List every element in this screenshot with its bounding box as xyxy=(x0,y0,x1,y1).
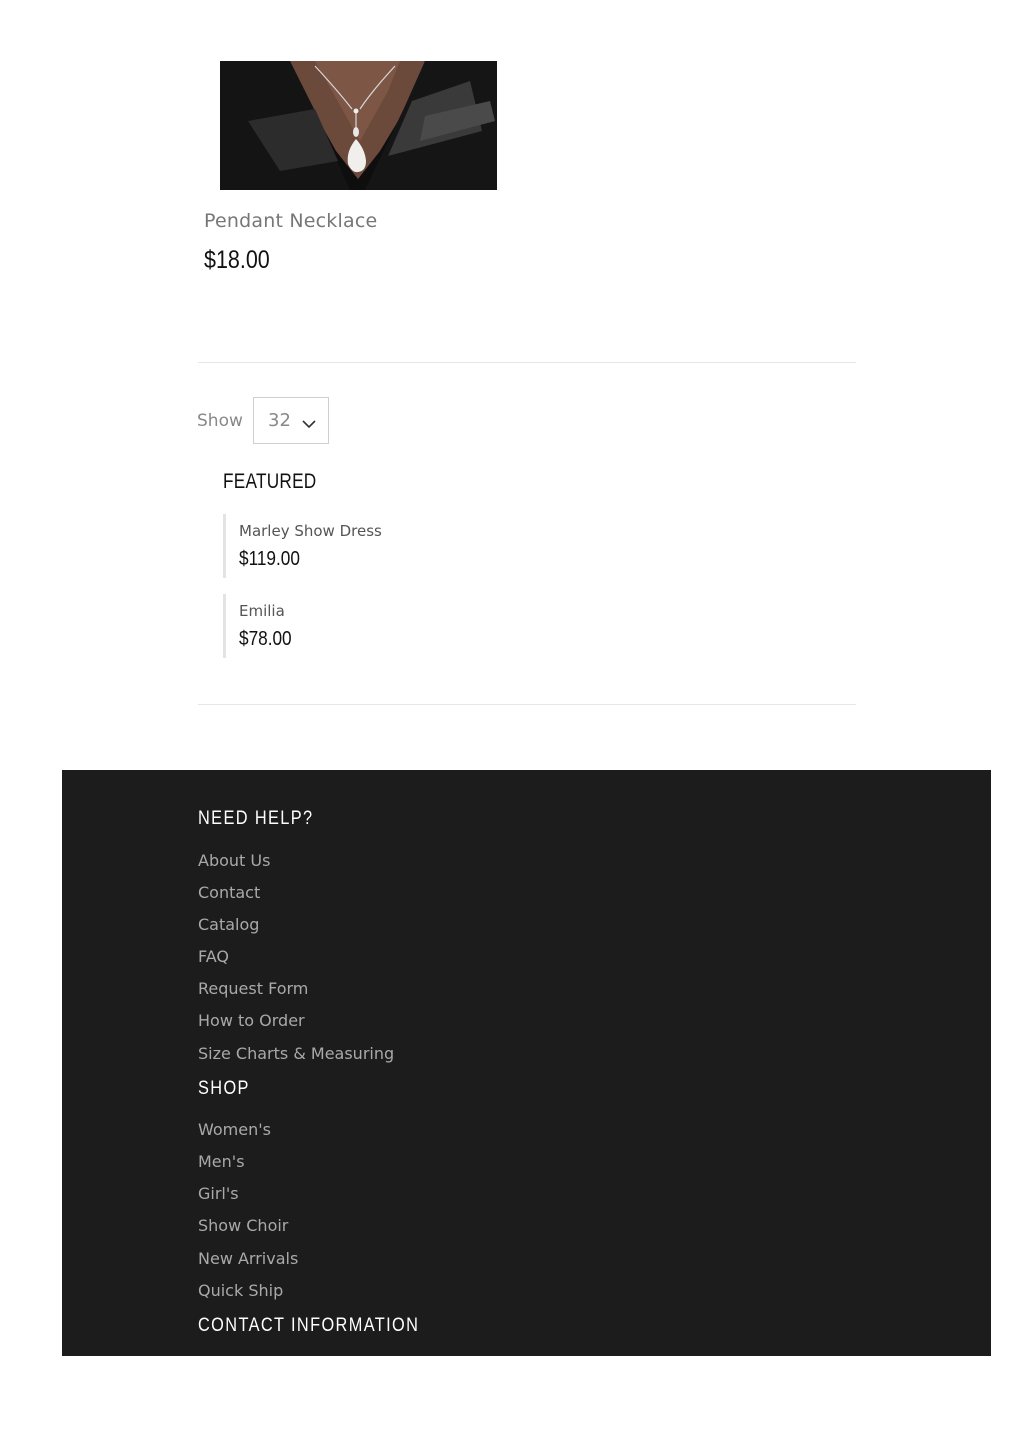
footer-link-size-charts[interactable]: Size Charts & Measuring xyxy=(198,1044,394,1063)
footer-link-about-us[interactable]: About Us xyxy=(198,851,270,870)
featured-item-name[interactable]: Marley Show Dress xyxy=(239,522,382,540)
footer-link-show-choir[interactable]: Show Choir xyxy=(198,1216,288,1235)
footer: NEED HELP? About Us Contact Catalog FAQ … xyxy=(62,770,991,1356)
product-name[interactable]: Pendant Necklace xyxy=(204,210,377,232)
chevron-down-icon xyxy=(302,414,316,433)
show-label: Show xyxy=(197,411,243,431)
footer-link-contact[interactable]: Contact xyxy=(198,883,260,902)
footer-link-how-to-order[interactable]: How to Order xyxy=(198,1011,305,1030)
footer-link-womens[interactable]: Women's xyxy=(198,1120,271,1139)
product-image[interactable] xyxy=(220,61,497,190)
divider xyxy=(198,704,856,705)
footer-heading-shop: SHOP xyxy=(198,1078,250,1099)
per-page-select[interactable]: 32 xyxy=(253,397,329,444)
product-price: $18.00 xyxy=(204,246,270,274)
footer-link-girls[interactable]: Girl's xyxy=(198,1184,239,1203)
footer-heading-need-help: NEED HELP? xyxy=(198,808,314,829)
footer-link-catalog[interactable]: Catalog xyxy=(198,915,259,934)
featured-item-name[interactable]: Emilia xyxy=(239,602,285,620)
featured-item[interactable]: Emilia $78.00 xyxy=(223,594,526,658)
necklace-photo xyxy=(220,61,497,190)
featured-item-price: $78.00 xyxy=(239,628,292,650)
divider xyxy=(198,362,856,363)
footer-heading-contact: CONTACT INFORMATION xyxy=(198,1315,420,1336)
footer-link-request-form[interactable]: Request Form xyxy=(198,979,308,998)
featured-item-price: $119.00 xyxy=(239,548,300,570)
featured-title: FEATURED xyxy=(223,470,317,493)
footer-link-new-arrivals[interactable]: New Arrivals xyxy=(198,1249,298,1268)
footer-link-mens[interactable]: Men's xyxy=(198,1152,245,1171)
featured-item[interactable]: Marley Show Dress $119.00 xyxy=(223,514,526,578)
per-page-value: 32 xyxy=(268,410,291,431)
footer-link-faq[interactable]: FAQ xyxy=(198,947,229,966)
footer-link-quick-ship[interactable]: Quick Ship xyxy=(198,1281,283,1300)
